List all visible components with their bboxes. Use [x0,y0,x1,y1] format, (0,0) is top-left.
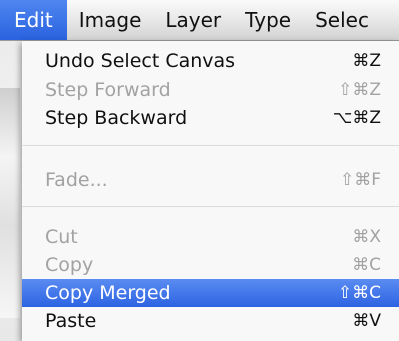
menu-item-label: Cut [45,226,78,248]
edit-menu-dropdown: Undo Select Canvas ⌘Z Step Forward ⇧⌘Z S… [22,41,399,341]
menu-layer[interactable]: Layer [153,0,233,40]
menu-item-step-forward[interactable]: Step Forward ⇧⌘Z [22,76,399,104]
menu-item-shortcut: ⌘Z [352,51,381,71]
menu-item-copy-merged[interactable]: Copy Merged ⇧⌘C [22,279,399,307]
menu-item-shortcut: ⌘X [352,227,381,247]
menu-item-shortcut: ⌘C [352,255,381,275]
menu-item-shortcut: ⇧⌘F [339,170,381,190]
menu-edit[interactable]: Edit [0,0,67,40]
menu-item-label: Step Forward [45,79,171,101]
menu-item-undo-select-canvas[interactable]: Undo Select Canvas ⌘Z [22,47,399,75]
menu-item-step-backward[interactable]: Step Backward ⌥⌘Z [22,104,399,132]
menu-item-label: Copy [45,254,94,276]
menu-item-shortcut: ⇧⌘Z [338,80,381,100]
menu-item-shortcut: ⌘V [352,311,381,331]
menu-image[interactable]: Image [67,0,154,40]
menu-item-paste[interactable]: Paste ⌘V [22,307,399,335]
menu-item-label: Step Backward [45,107,188,129]
menu-item-cut[interactable]: Cut ⌘X [22,223,399,251]
menu-item-label: Paste [45,310,97,332]
menu-item-shortcut: ⇧⌘C [337,283,381,303]
menu-item-copy[interactable]: Copy ⌘C [22,251,399,279]
menu-select[interactable]: Selec [303,0,381,40]
menu-item-shortcut: ⌥⌘Z [332,108,381,128]
menu-type[interactable]: Type [233,0,303,40]
menu-separator [22,206,399,207]
menu-item-fade[interactable]: Fade... ⇧⌘F [22,166,399,194]
canvas-edge [0,88,20,318]
menu-item-label: Fade... [45,169,108,191]
menu-separator [22,145,399,146]
menu-item-label: Copy Merged [45,282,171,304]
menu-item-label: Undo Select Canvas [45,50,236,72]
menu-bar: Edit Image Layer Type Selec [0,0,399,41]
